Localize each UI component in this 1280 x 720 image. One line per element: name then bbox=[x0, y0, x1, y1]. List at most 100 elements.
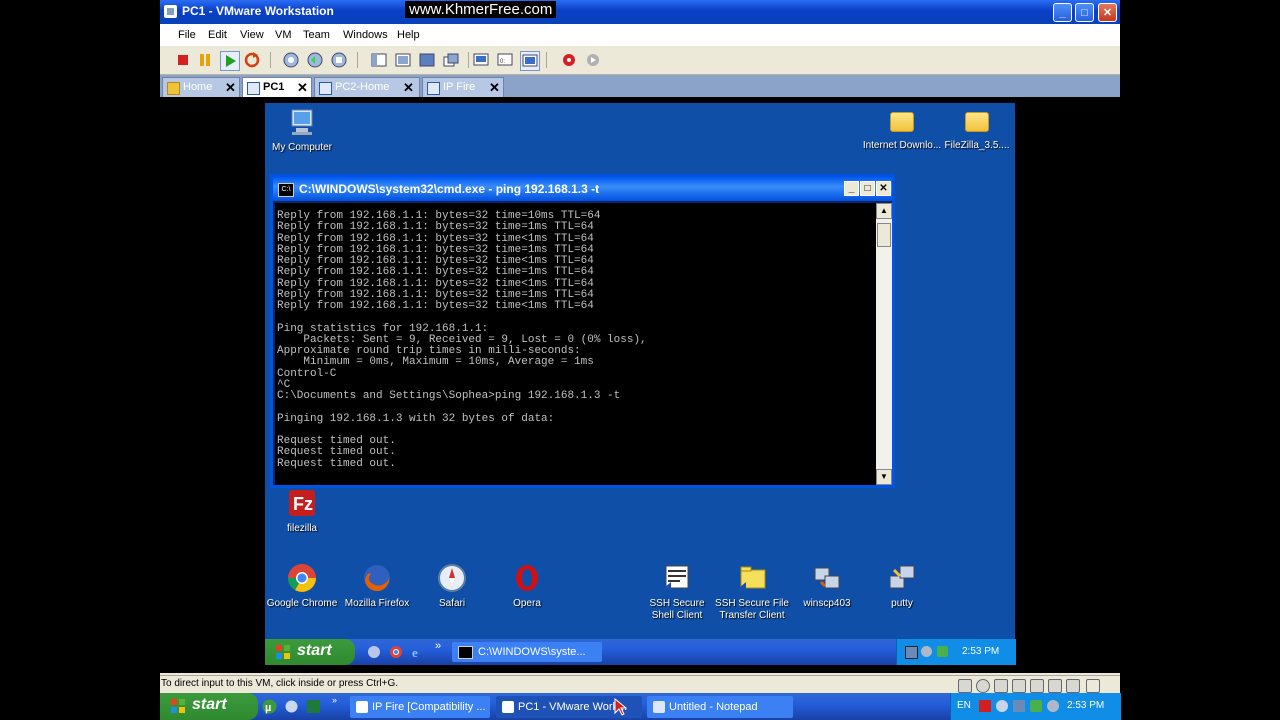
menu-help[interactable]: Help bbox=[397, 29, 420, 41]
windows-flag-icon bbox=[276, 645, 290, 659]
replay-icon[interactable] bbox=[584, 51, 602, 69]
close-button[interactable]: ✕ bbox=[1098, 3, 1117, 22]
suspend-icon[interactable] bbox=[196, 51, 214, 69]
network-icon[interactable] bbox=[905, 646, 918, 659]
guest-start-button[interactable]: start bbox=[265, 639, 355, 665]
desktop-icon-internet-download[interactable]: Internet Downlo... bbox=[862, 106, 942, 152]
floppy-icon[interactable] bbox=[994, 679, 1008, 693]
tab-ip-fire[interactable]: IP Fire ✕ bbox=[422, 77, 504, 97]
cmd-small-icon bbox=[458, 646, 473, 659]
desktop-icon-chrome[interactable]: Google Chrome bbox=[262, 562, 342, 610]
winscp-icon bbox=[814, 567, 840, 589]
cmd-maximize-button[interactable]: □ bbox=[860, 181, 875, 196]
desktop-icon-firefox[interactable]: Mozilla Firefox bbox=[337, 562, 417, 610]
tab-close-icon[interactable]: ✕ bbox=[225, 80, 236, 96]
volume-icon[interactable] bbox=[921, 646, 932, 657]
tab-pc2-home[interactable]: PC2-Home ✕ bbox=[314, 77, 420, 97]
console-view-icon[interactable] bbox=[472, 51, 490, 69]
guest-taskbar-cmd-button[interactable]: C:\WINDOWS\syste... bbox=[452, 642, 602, 662]
power-off-icon[interactable] bbox=[174, 51, 192, 69]
power-on-icon[interactable] bbox=[220, 51, 240, 71]
mouse-cursor-icon bbox=[614, 698, 628, 716]
cmd-close-button[interactable]: ✕ bbox=[876, 181, 891, 196]
tab-pc1[interactable]: PC1 ✕ bbox=[242, 77, 312, 97]
desktop-icon-safari[interactable]: Safari bbox=[412, 562, 492, 610]
sound-icon[interactable] bbox=[1048, 679, 1062, 693]
quick-switch-icon[interactable] bbox=[394, 51, 412, 69]
scroll-thumb[interactable] bbox=[877, 223, 891, 247]
reset-icon[interactable] bbox=[243, 51, 261, 69]
vmware-small-icon bbox=[502, 701, 514, 713]
snapshot-manager-icon[interactable] bbox=[330, 51, 348, 69]
fit-guest-icon[interactable]: 0: bbox=[496, 51, 514, 69]
cmd-scrollbar[interactable]: ▲ ▼ bbox=[876, 203, 892, 485]
desktop-icon-filezilla-setup[interactable]: FileZilla_3.5.... bbox=[937, 106, 1017, 152]
host-start-button[interactable]: start bbox=[160, 693, 258, 720]
cd-drive-icon[interactable] bbox=[976, 679, 990, 693]
volume-icon[interactable] bbox=[1047, 700, 1059, 712]
minimize-button[interactable]: _ bbox=[1053, 3, 1072, 22]
title-bar[interactable]: PC1 - VMware Workstation _ □ ✕ bbox=[160, 0, 1120, 24]
chrome-quicklaunch-icon[interactable] bbox=[389, 645, 403, 659]
cmd-console[interactable]: Reply from 192.168.1.1: bytes=32 time=10… bbox=[275, 203, 876, 485]
excel-icon[interactable] bbox=[306, 699, 321, 714]
security-icon[interactable] bbox=[937, 646, 948, 657]
show-sidebar-icon[interactable] bbox=[370, 51, 388, 69]
utorrent-icon[interactable]: µ bbox=[262, 699, 277, 714]
vm-icon bbox=[319, 82, 332, 95]
desktop-icon-ssh-file[interactable]: SSH Secure File Transfer Client bbox=[712, 562, 792, 622]
unity-icon[interactable] bbox=[442, 51, 460, 69]
maximize-button[interactable]: □ bbox=[1075, 3, 1094, 22]
svg-text:»: » bbox=[332, 695, 337, 705]
quicklaunch-more[interactable]: » bbox=[435, 640, 441, 652]
cmd-minimize-button[interactable]: _ bbox=[844, 181, 859, 196]
desktop-icon-filezilla[interactable]: Fz filezilla bbox=[262, 487, 342, 535]
menu-edit[interactable]: Edit bbox=[208, 29, 227, 41]
ssh-file-transfer-icon bbox=[739, 566, 766, 591]
security-icon[interactable] bbox=[1030, 700, 1042, 712]
menu-team[interactable]: Team bbox=[303, 29, 330, 41]
printer-icon[interactable] bbox=[1066, 679, 1080, 693]
desktop-icon-winscp[interactable]: winscp403 bbox=[787, 562, 867, 610]
desktop-icon-opera[interactable]: Opera bbox=[487, 562, 567, 610]
network-adapter-icon[interactable] bbox=[1012, 679, 1026, 693]
fit-window-icon[interactable] bbox=[520, 51, 540, 71]
cmd-window[interactable]: C:\ C:\WINDOWS\system32\cmd.exe - ping 1… bbox=[270, 174, 895, 488]
taskbar-button-notepad[interactable]: Untitled - Notepad bbox=[647, 696, 793, 718]
revert-snapshot-icon[interactable] bbox=[306, 51, 324, 69]
snapshot-icon[interactable] bbox=[282, 51, 300, 69]
menu-vm[interactable]: VM bbox=[275, 29, 292, 41]
messenger-icon[interactable] bbox=[284, 699, 299, 714]
host-taskbar: start µ » IP Fire [Compatibility ... PC1… bbox=[160, 693, 1121, 720]
full-screen-icon[interactable] bbox=[418, 51, 436, 69]
antivirus-icon[interactable] bbox=[979, 700, 991, 712]
vmware-tray-icon[interactable] bbox=[1013, 700, 1025, 712]
tab-close-icon[interactable]: ✕ bbox=[297, 80, 308, 96]
language-indicator[interactable]: EN bbox=[957, 700, 971, 711]
network-icon[interactable] bbox=[996, 700, 1008, 712]
tab-label: PC2-Home bbox=[335, 81, 390, 93]
taskbar-button-ip-fire[interactable]: IP Fire [Compatibility ... bbox=[350, 696, 490, 718]
scroll-down-icon[interactable]: ▼ bbox=[876, 469, 892, 485]
show-desktop-icon[interactable] bbox=[367, 645, 381, 659]
cmd-title-bar[interactable]: C:\ C:\WINDOWS\system32\cmd.exe - ping 1… bbox=[273, 177, 892, 201]
tab-close-icon[interactable]: ✕ bbox=[489, 80, 500, 96]
tab-label: PC1 bbox=[263, 81, 285, 93]
menu-view[interactable]: View bbox=[240, 29, 264, 41]
desktop-icon-putty[interactable]: putty bbox=[862, 562, 942, 610]
desktop-icon-ssh-shell[interactable]: SSH Secure Shell Client bbox=[637, 562, 717, 622]
usb-icon[interactable] bbox=[1030, 679, 1044, 693]
svg-text:Fz: Fz bbox=[293, 494, 313, 514]
desktop-icon-my-computer[interactable]: My Computer bbox=[262, 106, 342, 154]
scroll-up-icon[interactable]: ▲ bbox=[876, 203, 892, 219]
record-icon[interactable] bbox=[560, 51, 578, 69]
message-log-icon[interactable] bbox=[1086, 679, 1100, 693]
menu-windows[interactable]: Windows bbox=[343, 29, 388, 41]
ssh-shell-icon bbox=[664, 565, 689, 591]
hard-disk-icon[interactable] bbox=[958, 679, 972, 693]
tab-close-icon[interactable]: ✕ bbox=[403, 80, 414, 96]
tab-home[interactable]: Home ✕ bbox=[162, 77, 240, 97]
quicklaunch-more-icon[interactable]: » bbox=[332, 695, 342, 705]
menu-file[interactable]: File bbox=[178, 29, 196, 41]
internet-explorer-icon[interactable]: e bbox=[411, 645, 425, 659]
